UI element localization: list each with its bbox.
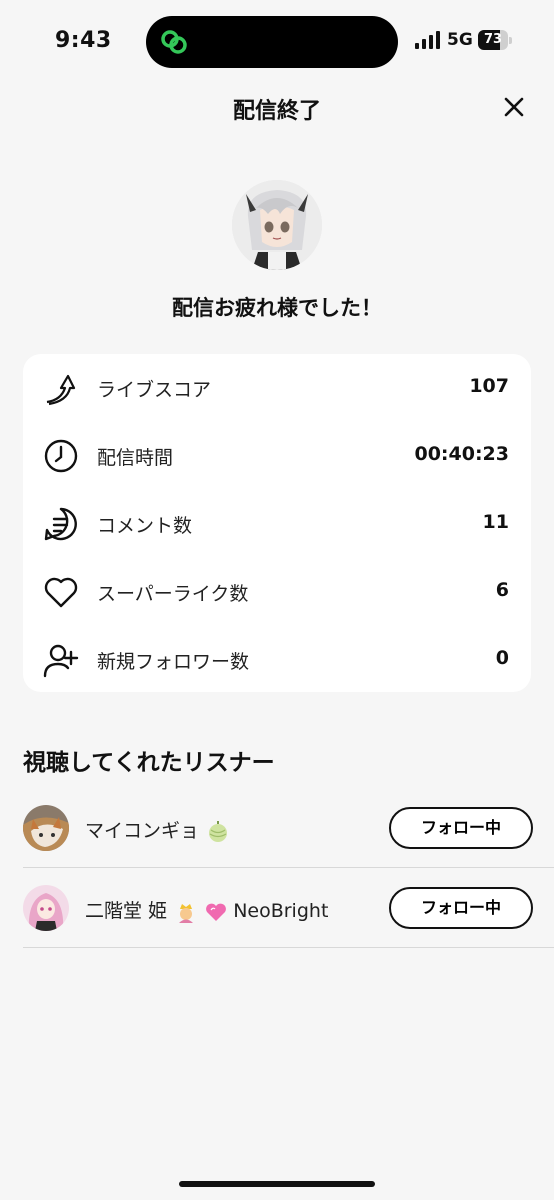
listeners-section-title: 視聴してくれたリスナー — [23, 750, 275, 776]
stat-value: 0 — [495, 647, 509, 669]
listener-name-text: マイコンギョ — [85, 820, 200, 842]
cat-photo-icon — [23, 805, 69, 851]
close-icon[interactable] — [498, 91, 530, 123]
listener-row: 二階堂 姫 NeoBright フォロー中 — [23, 868, 554, 948]
stat-label: スーパーライク数 — [97, 583, 249, 605]
stat-label: コメント数 — [97, 515, 193, 537]
add-user-icon — [43, 644, 79, 678]
anime-girl-avatar-icon — [23, 885, 69, 931]
congrats-message: 配信お疲れ様でした！ — [172, 296, 382, 320]
status-bar: 9:43 5G 73 — [0, 0, 554, 84]
stat-label: ライブスコア — [97, 379, 212, 401]
stats-card: ライブスコア 107 配信時間 00:40:23 コメント数 11 スーパーライ… — [23, 354, 531, 692]
anime-avatar-image — [232, 180, 322, 270]
listener-row: マイコンギョ フォロー中 — [23, 788, 554, 868]
battery-percent: 73 — [483, 32, 503, 47]
signal-icon — [415, 31, 440, 49]
home-indicator[interactable] — [179, 1181, 375, 1187]
comment-icon — [44, 507, 77, 541]
live-score-icon — [46, 374, 76, 406]
stat-row-stream-time: 配信時間 00:40:23 — [23, 422, 531, 490]
stat-row-live-score: ライブスコア 107 — [23, 354, 531, 422]
network-type: 5G — [447, 30, 473, 50]
link-activity-icon — [161, 30, 187, 54]
princess-icon — [179, 903, 194, 923]
stat-label: 新規フォロワー数 — [97, 651, 250, 673]
follow-button[interactable]: フォロー中 — [389, 807, 533, 849]
heart-icon — [44, 577, 78, 608]
stat-label: 配信時間 — [97, 447, 174, 469]
stat-value: 11 — [482, 511, 509, 533]
avatar[interactable] — [23, 805, 69, 851]
melon-icon — [209, 820, 228, 842]
battery-icon: 73 — [478, 30, 512, 50]
stat-value: 107 — [469, 375, 509, 397]
clock-icon — [44, 439, 78, 473]
follow-button[interactable]: フォロー中 — [389, 887, 533, 929]
listener-name-text: NeoBright — [233, 900, 329, 922]
dynamic-island — [146, 16, 398, 68]
stat-value: 00:40:23 — [414, 443, 509, 465]
pink-heart-icon — [206, 903, 227, 921]
streamer-avatar — [232, 180, 322, 270]
stat-row-comments: コメント数 11 — [23, 490, 531, 558]
stat-row-super-likes: スーパーライク数 6 — [23, 558, 531, 626]
listener-name: マイコンギョ — [85, 816, 229, 843]
page-title: 配信終了 — [232, 99, 321, 124]
avatar[interactable] — [23, 885, 69, 931]
listener-name-text: 二階堂 姫 — [85, 900, 168, 922]
status-time: 9:43 — [55, 28, 112, 53]
stat-row-new-followers: 新規フォロワー数 0 — [23, 626, 531, 694]
listener-name: 二階堂 姫 NeoBright — [85, 896, 328, 923]
stat-value: 6 — [495, 579, 509, 601]
